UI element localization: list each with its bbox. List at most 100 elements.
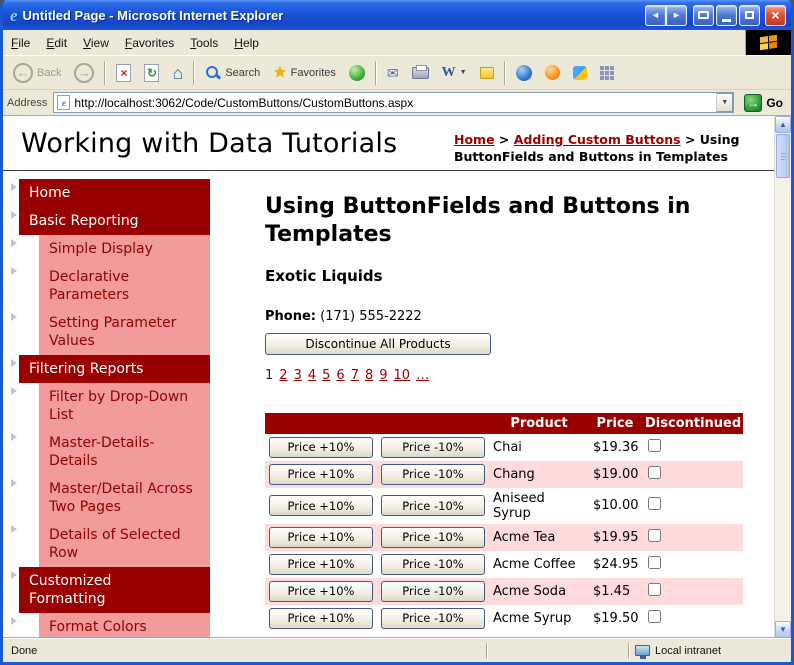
price-down-button[interactable]: Price -10% [381, 553, 485, 575]
fullscreen-button[interactable] [693, 4, 714, 26]
price-down-button[interactable]: Price -10% [381, 436, 485, 458]
home-button[interactable]: ⌂ [166, 62, 189, 84]
maximize-button[interactable] [739, 4, 760, 26]
discontinue-all-button[interactable]: Discontinue All Products [265, 332, 491, 355]
pager-page-7[interactable]: 7 [351, 368, 359, 383]
status-progress-pane [488, 642, 628, 660]
sidebar-item-format-colors: Format Colors [11, 612, 210, 638]
discontinued-checkbox[interactable] [648, 609, 661, 623]
window-controls: ◄ ► × [645, 4, 786, 26]
media-icon [348, 64, 365, 81]
price-cell: $10.00 [593, 498, 639, 514]
go-button[interactable]: → Go [740, 93, 787, 113]
menu-help[interactable]: Help [226, 30, 267, 55]
scroll-down-button[interactable]: ▼ [775, 621, 791, 638]
site-title: Working with Data Tutorials [21, 128, 398, 159]
stop-icon: × [116, 63, 132, 82]
stop-button[interactable]: × [110, 62, 137, 84]
price-down-button[interactable]: Price -10% [381, 463, 485, 485]
scrollbar-thumb[interactable] [776, 134, 790, 178]
mail-icon: ✉ [386, 64, 399, 81]
price-down-button[interactable]: Price -10% [381, 495, 485, 517]
nav-right-button[interactable]: ► [666, 4, 687, 26]
sidebar-arrow-icon [11, 312, 17, 321]
scrollbar-track[interactable] [775, 133, 791, 621]
address-dropdown-button[interactable]: ▼ [716, 93, 734, 112]
nav-left-button[interactable]: ◄ [645, 4, 666, 26]
pager-page-8[interactable]: 8 [365, 368, 373, 383]
pager-page-3[interactable]: 3 [294, 368, 302, 383]
search-button[interactable]: Search [199, 63, 266, 83]
refresh-button[interactable]: ↻ [138, 62, 165, 84]
addon-grid-button[interactable] [594, 64, 620, 82]
pager-page-4[interactable]: 4 [308, 368, 316, 383]
price-cell: $1.45 [589, 577, 641, 605]
discontinued-checkbox[interactable] [648, 438, 661, 452]
price-down-button[interactable]: Price -10% [381, 607, 485, 629]
scroll-up-button[interactable]: ▲ [775, 116, 791, 133]
vertical-scrollbar[interactable]: ▲ ▼ [774, 116, 791, 638]
phone-line: Phone: (171) 555-2222 [265, 309, 748, 324]
chat-button[interactable] [567, 64, 593, 82]
print-button[interactable] [406, 64, 435, 81]
menu-file[interactable]: File [3, 30, 38, 55]
pager-page-10[interactable]: 10 [394, 368, 411, 383]
price-up-button[interactable]: Price +10% [269, 580, 373, 602]
discontinued-checkbox[interactable] [648, 465, 661, 479]
page-body: Home Basic Reporting Simple Display Decl… [3, 171, 774, 638]
price-cell: $19.36 [593, 439, 639, 455]
price-down-button[interactable]: Price -10% [381, 580, 485, 602]
menu-tools[interactable]: Tools [182, 30, 226, 55]
pager-page-6[interactable]: 6 [336, 368, 344, 383]
media-button[interactable] [343, 63, 371, 83]
minimize-button[interactable] [716, 4, 737, 26]
discontinued-checkbox[interactable] [648, 528, 661, 542]
pager-page-9[interactable]: 9 [379, 368, 387, 383]
address-bar: Address e ▼ → Go [3, 90, 791, 116]
menu-spacer [267, 30, 745, 55]
discuss-button[interactable] [474, 65, 500, 81]
forward-icon: → [74, 62, 95, 83]
sidebar-arrow-icon [11, 524, 17, 533]
menu-favorites[interactable]: Favorites [117, 30, 182, 55]
grid-icon [599, 65, 614, 80]
menu-view[interactable]: View [75, 30, 117, 55]
favorites-button[interactable]: ★ Favorites [267, 63, 342, 82]
back-button[interactable]: ← Back [7, 61, 67, 85]
table-row: Price +10% Price -10% Aniseed Syrup $10.… [265, 488, 743, 524]
edit-button[interactable]: W ▼ [436, 64, 473, 82]
research-button[interactable] [510, 63, 538, 83]
price-up-button[interactable]: Price +10% [269, 495, 373, 517]
discontinued-checkbox[interactable] [648, 555, 661, 569]
sidebar-item-filter-by-drop-down-list: Filter by Drop-Down List [11, 382, 210, 429]
pager-ellipsis[interactable]: … [416, 368, 429, 383]
table-header-row: Product Price Discontinued [265, 412, 743, 434]
sidebar-item-setting-parameter-values: Setting Parameter Values [11, 308, 210, 355]
discontinued-checkbox[interactable] [648, 497, 661, 511]
close-button[interactable]: × [765, 4, 786, 26]
pager-page-2[interactable]: 2 [279, 368, 287, 383]
sidebar-item-home: Home [11, 178, 210, 207]
col-header-empty [377, 412, 489, 434]
breadcrumb-link-home[interactable]: Home [454, 132, 495, 147]
address-input[interactable] [70, 93, 717, 112]
globe-icon [515, 64, 532, 81]
price-up-button[interactable]: Price +10% [269, 526, 373, 548]
favorites-label: Favorites [290, 66, 336, 79]
product-cell: Acme Coffee [493, 556, 576, 572]
price-up-button[interactable]: Price +10% [269, 436, 373, 458]
page-icon: e [57, 95, 71, 110]
forward-button[interactable]: → [68, 61, 100, 85]
menu-edit[interactable]: Edit [38, 30, 75, 55]
sidebar-item-filtering-reports: Filtering Reports [11, 354, 210, 383]
discontinued-checkbox[interactable] [648, 582, 661, 596]
messenger-button[interactable] [539, 63, 566, 82]
table-row: Price +10% Price -10% Chang $19.00 [265, 460, 743, 488]
price-up-button[interactable]: Price +10% [269, 553, 373, 575]
price-down-button[interactable]: Price -10% [381, 526, 485, 548]
breadcrumb-link-adding-custom-buttons[interactable]: Adding Custom Buttons [514, 132, 681, 147]
price-up-button[interactable]: Price +10% [269, 607, 373, 629]
pager-page-5[interactable]: 5 [322, 368, 330, 383]
price-up-button[interactable]: Price +10% [269, 463, 373, 485]
mail-button[interactable]: ✉ [381, 64, 405, 82]
